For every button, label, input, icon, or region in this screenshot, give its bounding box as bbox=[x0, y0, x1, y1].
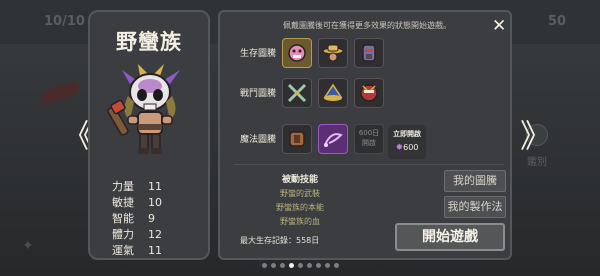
page-dot[interactable] bbox=[262, 263, 267, 268]
armored-warrior-totem-icon bbox=[362, 44, 376, 62]
unlock-cost-value: 600 bbox=[403, 143, 419, 152]
background-count-left: 10/10 bbox=[44, 14, 85, 29]
page-dot[interactable] bbox=[271, 263, 276, 268]
page-dot[interactable] bbox=[325, 263, 330, 268]
totem-panel: 佩戴圖騰後可在獲得更多效果的狀態開始遊戲。 ✕ 生存圖騰 戰鬥圖騰 魔法圖騰 6… bbox=[218, 10, 512, 260]
totem-slot[interactable] bbox=[318, 78, 348, 108]
purple-whip-totem-icon bbox=[324, 133, 343, 147]
bronze-armor-totem-icon bbox=[289, 131, 305, 147]
max-survival-record: 最大生存記錄：558日 bbox=[240, 236, 320, 245]
passive-skill: 野蠻的武裝 bbox=[280, 189, 320, 198]
close-button[interactable]: ✕ bbox=[492, 16, 506, 36]
unlock-now-button[interactable]: 立即開啟 ✸600 bbox=[388, 125, 426, 159]
barbarian-character-icon bbox=[107, 64, 180, 154]
totem-slot[interactable] bbox=[318, 38, 348, 68]
page-dot[interactable] bbox=[307, 263, 312, 268]
straw-hat-totem-icon bbox=[322, 44, 344, 62]
divider bbox=[234, 164, 504, 165]
character-panel: 野蠻族 力量 11 敏捷 10 智能 9 體力 12 運氣 11 bbox=[88, 10, 210, 260]
totem-slot[interactable] bbox=[282, 78, 312, 108]
stat-row: 力量 11 bbox=[112, 178, 202, 194]
stat-row: 體力 12 bbox=[112, 226, 202, 242]
stat-label: 敏捷 bbox=[112, 196, 134, 209]
start-game-button[interactable]: 開始遊戲 bbox=[395, 223, 505, 251]
stat-value: 10 bbox=[148, 195, 162, 209]
page-dot[interactable] bbox=[280, 263, 285, 268]
my-totem-button[interactable]: 我的圖騰 bbox=[444, 170, 506, 192]
stat-label: 智能 bbox=[112, 212, 134, 225]
page-dot[interactable] bbox=[289, 263, 294, 268]
totem-slot[interactable] bbox=[318, 124, 348, 154]
stat-label: 體力 bbox=[112, 228, 134, 241]
page-dot[interactable] bbox=[316, 263, 321, 268]
my-craft-button[interactable]: 我的製作法 bbox=[444, 196, 506, 218]
stat-list: 力量 11 敏捷 10 智能 9 體力 12 運氣 11 bbox=[112, 178, 202, 258]
stat-value: 12 bbox=[148, 227, 162, 241]
locked-label: 開啟 bbox=[362, 139, 376, 147]
red-mask-totem-icon bbox=[360, 84, 378, 102]
mage-hat-totem-icon bbox=[323, 83, 343, 101]
totem-slot[interactable] bbox=[354, 78, 384, 108]
stat-row: 敏捷 10 bbox=[112, 194, 202, 210]
locked-cost: 600日 bbox=[358, 129, 380, 137]
passive-skill: 野蠻族的本能 bbox=[276, 203, 324, 212]
totem-slot[interactable] bbox=[282, 38, 312, 68]
stat-value: 11 bbox=[148, 179, 162, 193]
stat-label: 運氣 bbox=[112, 244, 134, 257]
background-count-right: 50 bbox=[548, 14, 567, 29]
page-dot[interactable] bbox=[334, 263, 339, 268]
totem-hint: 佩戴圖騰後可在獲得更多效果的狀態開始遊戲。 bbox=[283, 21, 451, 30]
stat-value: 9 bbox=[148, 211, 155, 225]
stat-label: 力量 bbox=[112, 180, 134, 193]
page-dot[interactable] bbox=[298, 263, 303, 268]
passive-skills-title: 被動技能 bbox=[281, 175, 318, 185]
character-name: 野蠻族 bbox=[116, 30, 182, 54]
page-indicator bbox=[262, 263, 339, 268]
axe-icon bbox=[38, 81, 82, 105]
gem-icon: ✸ bbox=[395, 143, 404, 153]
totem-slot[interactable] bbox=[354, 38, 384, 68]
stat-row: 智能 9 bbox=[112, 210, 202, 226]
unlock-title: 立即開啟 bbox=[393, 130, 421, 138]
next-character-button[interactable]: 》 bbox=[520, 120, 552, 152]
passive-skill: 野蠻族的血 bbox=[280, 217, 320, 226]
totem-slot[interactable] bbox=[282, 124, 312, 154]
stat-row: 運氣 11 bbox=[112, 242, 202, 258]
pink-monster-totem-icon bbox=[288, 44, 306, 62]
crossed-swords-totem-icon bbox=[287, 83, 307, 103]
unlock-cost: ✸600 bbox=[388, 143, 426, 153]
stat-value: 11 bbox=[148, 243, 162, 257]
background-badge-label: 鑑別 bbox=[527, 157, 547, 168]
skull-icon: ✦ bbox=[22, 238, 34, 254]
